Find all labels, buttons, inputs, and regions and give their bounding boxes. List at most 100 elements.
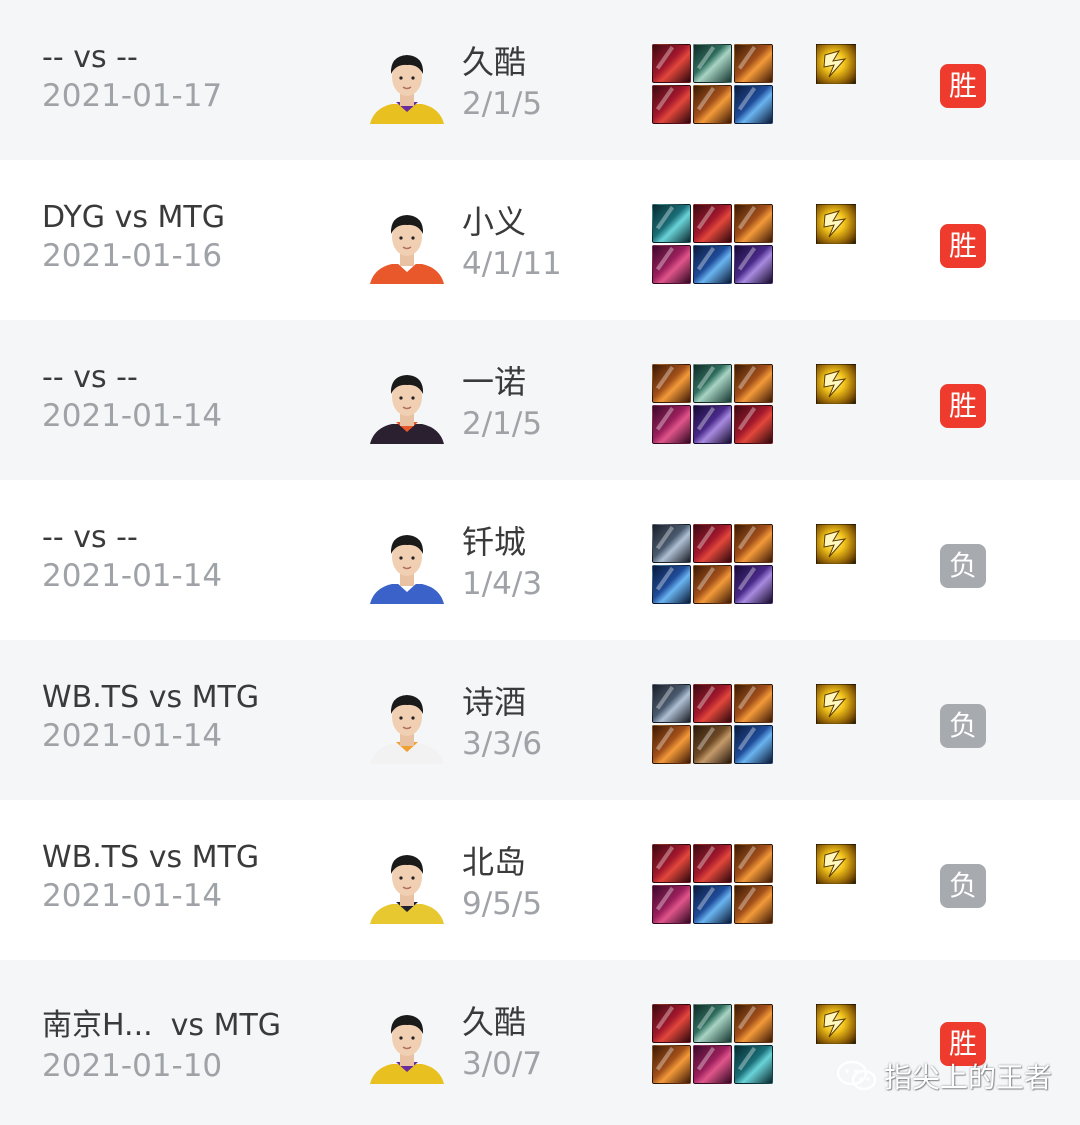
kda: 9/5/5 xyxy=(462,886,543,922)
equipment-item-icon xyxy=(734,1045,773,1084)
player-name: 诗酒 xyxy=(462,683,527,721)
kda: 4/1/11 xyxy=(462,246,562,282)
player-avatar xyxy=(366,44,448,124)
result-badge: 负 xyxy=(940,544,986,588)
vs-label: vs xyxy=(73,40,107,75)
match-date: 2021-01-14 xyxy=(42,398,223,434)
equipment-item-icon xyxy=(693,684,732,723)
team-a: -- xyxy=(42,40,64,75)
vs-label: vs xyxy=(148,680,183,715)
equipment-grid xyxy=(652,684,774,764)
match-teams: -- vs -- xyxy=(42,40,138,76)
player-name: 久酷 xyxy=(462,1003,527,1041)
match-teams: -- vs -- xyxy=(42,360,138,396)
player-avatar xyxy=(366,204,448,284)
equipment-item-icon xyxy=(652,364,691,403)
equipment-item-icon xyxy=(652,85,691,124)
match-row[interactable]: -- vs -- 2021-01-14 钎城 1/4/3 负 xyxy=(0,480,1080,640)
match-date: 2021-01-14 xyxy=(42,558,223,594)
flash-spell-icon xyxy=(816,844,856,884)
flash-spell-icon xyxy=(816,524,856,564)
player-avatar xyxy=(366,684,448,764)
equipment-item-icon xyxy=(734,684,773,723)
match-row[interactable]: 南京H... vs MTG 2021-01-10 久酷 3/0/7 胜 xyxy=(0,960,1080,1125)
equipment-item-icon xyxy=(652,44,691,83)
equipment-item-icon xyxy=(652,844,691,883)
flash-spell-icon xyxy=(816,364,856,404)
player-avatar xyxy=(366,844,448,924)
match-row[interactable]: -- vs -- 2021-01-14 一诺 2/1/5 胜 xyxy=(0,320,1080,480)
watermark: 指尖上的王者 xyxy=(836,1056,1052,1096)
wechat-icon xyxy=(836,1060,877,1091)
equipment-item-icon xyxy=(652,524,691,563)
player-avatar xyxy=(366,524,448,604)
match-row[interactable]: DYG vs MTG 2021-01-16 小义 4/1/11 胜 xyxy=(0,160,1080,320)
equipment-item-icon xyxy=(734,85,773,124)
equipment-item-icon xyxy=(693,204,732,243)
team-b: MTG xyxy=(191,680,260,715)
equipment-item-icon xyxy=(652,565,691,604)
match-date: 2021-01-14 xyxy=(42,878,223,914)
kda: 3/3/6 xyxy=(462,726,543,762)
equipment-grid xyxy=(652,204,774,284)
equipment-grid xyxy=(652,44,774,124)
match-teams: WB.TS vs MTG xyxy=(42,840,259,876)
player-name: 久酷 xyxy=(462,43,527,81)
match-date: 2021-01-17 xyxy=(42,78,223,114)
vs-label: vs xyxy=(73,520,107,555)
kda: 3/0/7 xyxy=(462,1046,543,1082)
equipment-item-icon xyxy=(652,1004,691,1043)
result-badge: 胜 xyxy=(940,224,986,268)
equipment-item-icon xyxy=(734,1004,773,1043)
vs-label: vs xyxy=(73,360,107,395)
equipment-item-icon xyxy=(652,245,691,284)
player-name: 钎城 xyxy=(462,523,527,561)
equipment-item-icon xyxy=(734,405,773,444)
match-row[interactable]: WB.TS vs MTG 2021-01-14 诗酒 3/3/6 负 xyxy=(0,640,1080,800)
kda: 2/1/5 xyxy=(462,406,543,442)
match-date: 2021-01-14 xyxy=(42,718,223,754)
equipment-item-icon xyxy=(652,405,691,444)
player-avatar xyxy=(366,364,448,444)
team-b: MTG xyxy=(157,200,225,235)
team-a: DYG xyxy=(42,200,106,235)
equipment-item-icon xyxy=(734,204,773,243)
team-a: 南京H... xyxy=(42,1008,153,1043)
team-a: -- xyxy=(42,520,64,555)
equipment-item-icon xyxy=(652,204,691,243)
vs-label: vs xyxy=(114,200,148,235)
equipment-item-icon xyxy=(693,1045,732,1084)
equipment-item-icon xyxy=(652,725,691,764)
equipment-item-icon xyxy=(693,1004,732,1043)
equipment-item-icon xyxy=(734,524,773,563)
equipment-item-icon xyxy=(693,364,732,403)
equipment-item-icon xyxy=(652,1045,691,1084)
match-row[interactable]: -- vs -- 2021-01-17 久酷 2/1/5 胜 xyxy=(0,0,1080,160)
equipment-item-icon xyxy=(652,684,691,723)
equipment-item-icon xyxy=(734,885,773,924)
match-teams: 南京H... vs MTG xyxy=(42,1008,281,1044)
equipment-item-icon xyxy=(734,44,773,83)
team-b: -- xyxy=(116,520,138,555)
team-b: -- xyxy=(116,360,138,395)
team-b: MTG xyxy=(191,840,260,875)
equipment-item-icon xyxy=(734,844,773,883)
equipment-item-icon xyxy=(693,405,732,444)
match-date: 2021-01-10 xyxy=(42,1048,223,1084)
equipment-grid xyxy=(652,844,774,924)
team-a: -- xyxy=(42,360,64,395)
team-b: -- xyxy=(116,40,138,75)
kda: 2/1/5 xyxy=(462,86,543,122)
equipment-item-icon xyxy=(734,364,773,403)
equipment-grid xyxy=(652,1004,774,1084)
match-row[interactable]: WB.TS vs MTG 2021-01-14 北岛 9/5/5 负 xyxy=(0,800,1080,960)
equipment-item-icon xyxy=(693,885,732,924)
equipment-item-icon xyxy=(693,44,732,83)
player-name: 北岛 xyxy=(462,843,527,881)
equipment-item-icon xyxy=(734,565,773,604)
result-badge: 胜 xyxy=(940,64,986,108)
team-a: WB.TS xyxy=(42,840,140,875)
watermark-text: 指尖上的王者 xyxy=(884,1061,1053,1094)
vs-label: vs xyxy=(148,840,183,875)
result-badge: 胜 xyxy=(940,384,986,428)
